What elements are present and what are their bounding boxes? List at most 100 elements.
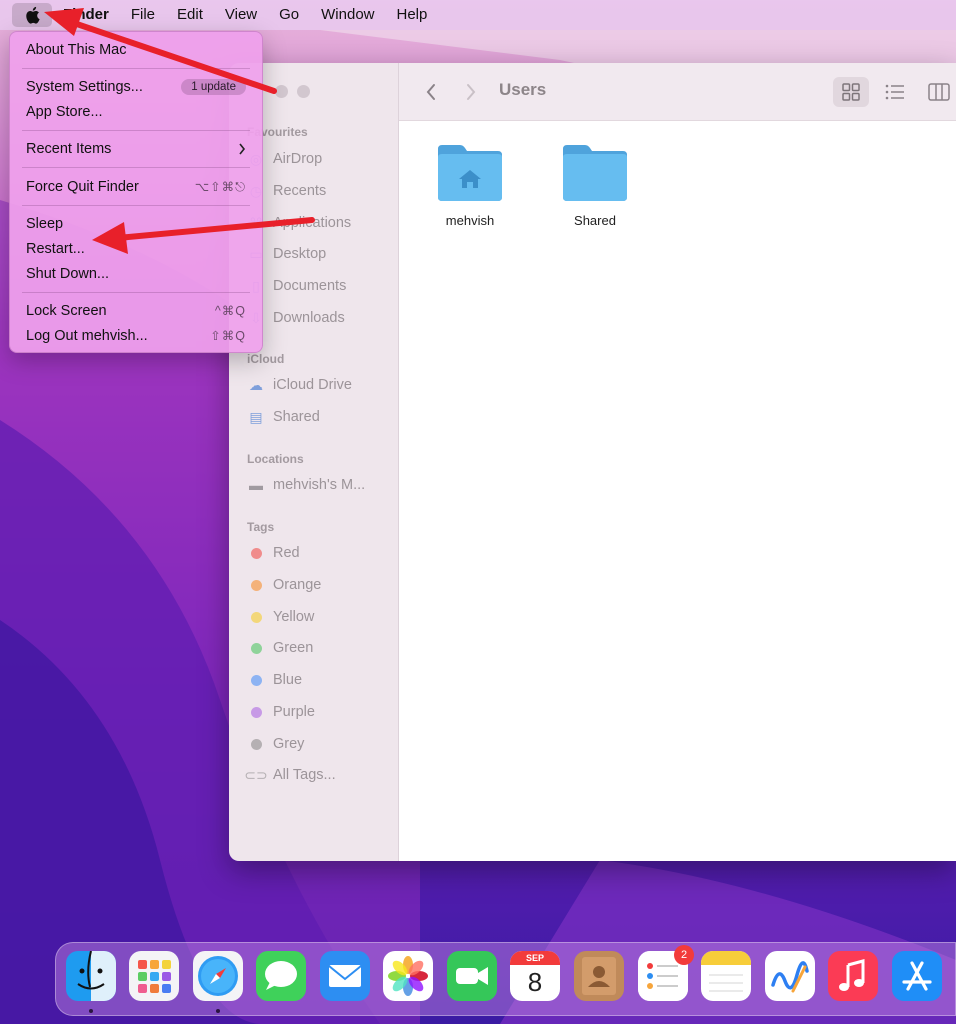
dock-reminders[interactable]: 2 bbox=[638, 945, 694, 1001]
menu-bar: Finder File Edit View Go Window Help bbox=[0, 0, 956, 30]
app-store-icon bbox=[902, 961, 932, 991]
chevron-right-icon bbox=[467, 84, 476, 100]
sidebar-tag-blue[interactable]: Blue bbox=[247, 668, 302, 692]
menu-item-force-quit[interactable]: Force Quit Finder ⌥⇧⌘⎋ bbox=[10, 174, 262, 199]
menu-item-lock-screen[interactable]: Lock Screen ^⌘Q bbox=[10, 298, 262, 323]
sidebar-tag-red[interactable]: Red bbox=[247, 541, 300, 565]
window-control-button[interactable] bbox=[275, 85, 288, 98]
dock-notes[interactable] bbox=[701, 951, 751, 1001]
menu-separator bbox=[22, 205, 250, 206]
dock-freeform[interactable] bbox=[765, 951, 815, 1001]
apple-menu-button[interactable] bbox=[12, 3, 52, 27]
cloud-icon: ☁ bbox=[249, 376, 263, 393]
sidebar-item-shared[interactable]: ▤ Shared bbox=[247, 405, 319, 429]
folder-shared[interactable]: Shared bbox=[540, 143, 650, 228]
sidebar-item-label: Downloads bbox=[273, 310, 345, 326]
tag-label: Red bbox=[273, 545, 300, 561]
menu-item-log-out[interactable]: Log Out mehvish... ⇧⌘Q bbox=[10, 323, 262, 348]
forward-button[interactable] bbox=[459, 77, 483, 107]
menu-item-shut-down[interactable]: Shut Down... bbox=[10, 261, 262, 286]
column-view-button[interactable] bbox=[921, 77, 956, 107]
sidebar-item-icloud-drive[interactable]: ☁ iCloud Drive bbox=[247, 373, 352, 397]
folder-label: Shared bbox=[574, 213, 616, 228]
launchpad-icon bbox=[138, 960, 171, 993]
sidebar-all-tags[interactable]: ⊂⊃ All Tags... bbox=[244, 763, 336, 787]
grid-icon bbox=[842, 83, 860, 101]
dock-finder[interactable] bbox=[66, 951, 116, 1001]
tag-dot-icon bbox=[251, 706, 262, 718]
list-view-button[interactable] bbox=[877, 77, 913, 107]
menu-item-recent-items[interactable]: Recent Items bbox=[10, 136, 262, 161]
dock-facetime[interactable] bbox=[447, 951, 497, 1001]
sidebar-tag-yellow[interactable]: Yellow bbox=[247, 605, 314, 629]
shortcut-label: ⌥⇧⌘⎋ bbox=[194, 179, 246, 194]
shared-folder-icon: ▤ bbox=[249, 408, 263, 425]
back-button[interactable] bbox=[419, 77, 443, 107]
menu-item-restart[interactable]: Restart... bbox=[10, 236, 262, 261]
menu-item-about-this-mac[interactable]: About This Mac bbox=[10, 37, 262, 62]
tag-label: Blue bbox=[273, 672, 303, 688]
menu-edit[interactable]: Edit bbox=[166, 0, 214, 30]
dock-app-store[interactable] bbox=[892, 951, 942, 1001]
menu-separator bbox=[22, 130, 250, 131]
sidebar-item-mac[interactable]: ▬ mehvish's M... bbox=[247, 473, 365, 497]
shortcut-label: ^⌘Q bbox=[214, 304, 246, 318]
dock-mail[interactable] bbox=[320, 951, 370, 1001]
menu-help[interactable]: Help bbox=[386, 0, 439, 30]
menu-view[interactable]: View bbox=[214, 0, 268, 30]
sidebar-item-label: AirDrop bbox=[273, 151, 323, 167]
finder-window: Favourites ◎AirDrop ◷Recents ⌘Applicatio… bbox=[229, 63, 956, 861]
menu-window[interactable]: Window bbox=[310, 0, 385, 30]
sidebar-item-label: All Tags... bbox=[273, 767, 336, 783]
sidebar-item-label: iCloud Drive bbox=[273, 377, 352, 393]
menu-item-label: Shut Down... bbox=[26, 265, 110, 282]
menu-go[interactable]: Go bbox=[268, 0, 310, 30]
notes-icon bbox=[701, 951, 751, 992]
menu-item-label: Log Out mehvish... bbox=[26, 327, 148, 344]
shortcut-label: ⇧⌘Q bbox=[210, 329, 246, 343]
safari-compass-icon bbox=[198, 956, 238, 996]
dock-contacts[interactable] bbox=[574, 951, 624, 1001]
finder-content: mehvish Shared bbox=[399, 63, 956, 861]
icon-view-button[interactable] bbox=[833, 77, 869, 107]
tag-label: Grey bbox=[273, 736, 305, 752]
music-note-icon bbox=[839, 959, 865, 991]
menu-item-sleep[interactable]: Sleep bbox=[10, 211, 262, 236]
folder-mehvish[interactable]: mehvish bbox=[415, 143, 525, 228]
dock-messages[interactable] bbox=[256, 951, 306, 1001]
menu-item-system-settings[interactable]: System Settings... 1 update bbox=[10, 74, 262, 99]
video-camera-icon bbox=[456, 967, 488, 985]
sidebar-tag-green[interactable]: Green bbox=[247, 636, 313, 660]
tag-label: Purple bbox=[273, 704, 315, 720]
menu-item-label: Force Quit Finder bbox=[26, 178, 139, 195]
dock-launchpad[interactable] bbox=[129, 951, 179, 1001]
sidebar-item-label: mehvish's M... bbox=[273, 477, 366, 493]
dock-photos[interactable] bbox=[383, 951, 433, 1001]
dock-safari[interactable] bbox=[193, 951, 243, 1001]
finder-toolbar: Users bbox=[399, 63, 956, 121]
dock: SEP 8 2 bbox=[55, 942, 956, 1016]
photos-flower-icon bbox=[388, 956, 428, 996]
tag-dot-icon bbox=[251, 611, 262, 623]
menu-separator bbox=[22, 167, 250, 168]
sidebar-tag-purple[interactable]: Purple bbox=[247, 700, 315, 724]
menu-file[interactable]: File bbox=[120, 0, 166, 30]
message-bubble-icon bbox=[265, 961, 297, 990]
running-indicator bbox=[216, 1009, 220, 1013]
folder-icon bbox=[563, 145, 627, 201]
columns-icon bbox=[928, 83, 950, 101]
window-control-button[interactable] bbox=[297, 85, 310, 98]
sidebar-heading-tags: Tags bbox=[247, 520, 275, 534]
menu-item-app-store[interactable]: App Store... bbox=[10, 99, 262, 124]
apple-logo-icon bbox=[26, 6, 40, 24]
dock-calendar[interactable]: SEP 8 bbox=[510, 951, 560, 1001]
dock-music[interactable] bbox=[828, 951, 878, 1001]
menu-finder[interactable]: Finder bbox=[52, 0, 120, 30]
tags-icon: ⊂⊃ bbox=[244, 766, 268, 783]
home-folder-icon bbox=[438, 145, 502, 201]
sidebar-tag-orange[interactable]: Orange bbox=[247, 573, 321, 597]
laptop-icon: ▬ bbox=[249, 477, 263, 493]
folder-label: mehvish bbox=[445, 213, 495, 228]
menu-separator bbox=[22, 292, 250, 293]
sidebar-tag-grey[interactable]: Grey bbox=[247, 732, 304, 756]
